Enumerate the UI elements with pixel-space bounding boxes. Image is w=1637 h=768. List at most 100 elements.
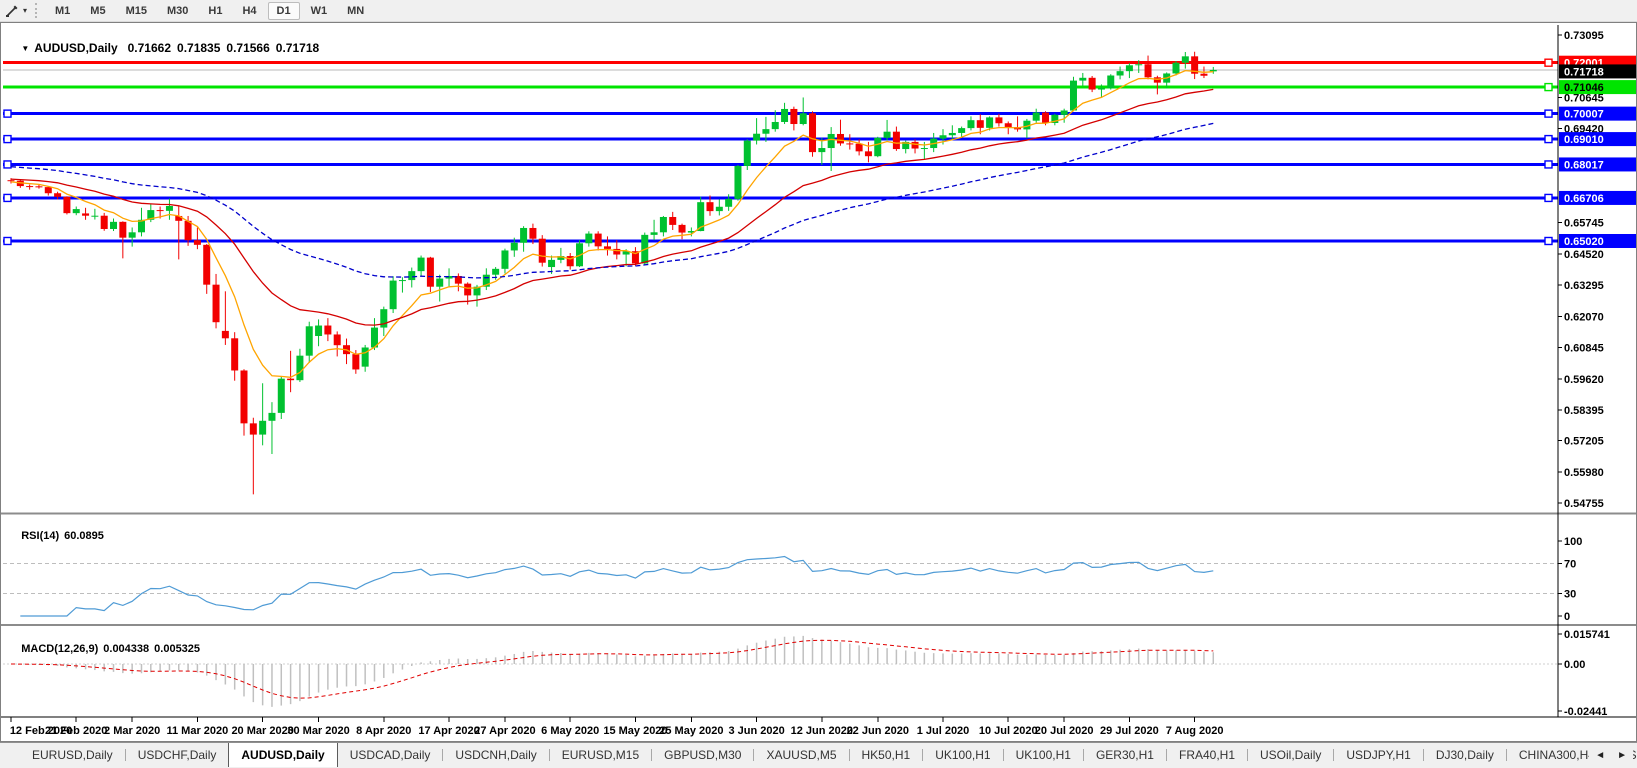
line-handle[interactable] [1545, 136, 1552, 143]
ma-55-line [11, 123, 1213, 278]
chart-tab-usdchf-daily[interactable]: USDCHF,Daily [126, 743, 229, 767]
date-tick-label: 17 Apr 2020 [418, 725, 479, 737]
price-tick-label: 0.65745 [1564, 217, 1604, 229]
macd-axis-label: -0.02441 [1564, 706, 1607, 718]
price-line-badge-text: 0.70007 [1564, 109, 1604, 121]
ohlc-low: 0.71566 [226, 41, 269, 55]
chart-window: 0.730950.706450.694200.657450.645200.632… [0, 22, 1637, 742]
macd-axis-label: 0.00 [1564, 659, 1585, 671]
price-line-badge-text: 0.71046 [1564, 82, 1604, 94]
date-tick-label: 25 May 2020 [659, 725, 723, 737]
date-tick-label: 20 Mar 2020 [231, 725, 293, 737]
date-tick-label: 7 Aug 2020 [1166, 725, 1224, 737]
date-tick-label: 1 Jul 2020 [917, 725, 970, 737]
line-study-icon-glyph [5, 4, 19, 18]
timeframe-buttons: M1M5M15M30H1H4D1W1MN [45, 2, 374, 20]
chart-tab-xauusd-m5[interactable]: XAUUSD,M5 [754, 743, 848, 767]
price-tick-label: 0.73095 [1564, 30, 1604, 42]
line-handle[interactable] [4, 136, 11, 143]
chart-tab-eurusd-daily[interactable]: EURUSD,Daily [20, 743, 125, 767]
price-tick-label: 0.54755 [1564, 498, 1604, 510]
line-handle[interactable] [4, 237, 11, 244]
candlestick-series [8, 52, 1217, 495]
chart-tab-usdjpy-h1[interactable]: USDJPY,H1 [1334, 743, 1422, 767]
rsi-indicator-label: RSI(14) 60.0895 [9, 517, 109, 556]
price-tick-label: 0.55980 [1564, 467, 1604, 479]
date-tick-label: 20 Jul 2020 [1035, 725, 1094, 737]
ohlc-high: 0.71835 [177, 41, 220, 55]
chart-tab-uk100-h1[interactable]: UK100,H1 [923, 743, 1002, 767]
timeframe-button-mn[interactable]: MN [338, 2, 373, 20]
line-handle[interactable] [1545, 59, 1552, 66]
chart-tab-hk50-h1[interactable]: HK50,H1 [850, 743, 923, 767]
rsi-line [20, 557, 1213, 617]
chart-tab-bar: EURUSD,DailyUSDCHF,DailyAUDUSD,DailyUSDC… [0, 742, 1637, 767]
price-tick-label: 0.63295 [1564, 280, 1604, 292]
rsi-axis-label: 30 [1564, 589, 1576, 601]
chart-tab-usdcad-daily[interactable]: USDCAD,Daily [338, 743, 443, 767]
macd-axis-label: 0.015741 [1564, 629, 1610, 641]
chart-tab-usoil-daily[interactable]: USOil,Daily [1248, 743, 1333, 767]
date-tick-label: 6 May 2020 [541, 725, 599, 737]
chart-tab-eurusd-m15[interactable]: EURUSD,M15 [550, 743, 651, 767]
chart-tab-audusd-daily[interactable]: AUDUSD,Daily [228, 743, 337, 767]
ohlc-open: 0.71662 [128, 41, 171, 55]
line-handle[interactable] [1545, 84, 1552, 91]
line-handle[interactable] [4, 161, 11, 168]
date-tick-label: 21 Feb 2020 [45, 725, 107, 737]
rsi-axis-label: 0 [1564, 611, 1570, 623]
rsi-value: 60.0895 [64, 530, 104, 542]
chart-tab-uk100-h1[interactable]: UK100,H1 [1004, 743, 1083, 767]
line-handle[interactable] [1545, 237, 1552, 244]
date-tick-label: 2 Mar 2020 [104, 725, 160, 737]
line-handle[interactable] [4, 110, 11, 117]
ohlc-close: 0.71718 [276, 41, 319, 55]
timeframe-toolbar: ▾ M1M5M15M30H1H4D1W1MN [0, 0, 1637, 22]
price-tick-label: 0.60845 [1564, 343, 1604, 355]
timeframe-button-m5[interactable]: M5 [81, 2, 114, 20]
price-line-badge-text: 0.65020 [1564, 236, 1604, 248]
tab-scroll-left-icon[interactable]: ◄ [1595, 750, 1605, 761]
price-line-badge-text: 0.66706 [1564, 193, 1604, 205]
tab-scroll-right-icon[interactable]: ► [1617, 750, 1627, 761]
collapse-triangle-icon[interactable]: ▼ [21, 44, 29, 53]
date-tick-label: 8 Apr 2020 [356, 725, 411, 737]
price-line-badge-text: 0.69010 [1564, 134, 1604, 146]
chart-tab-gbpusd-m30[interactable]: GBPUSD,M30 [652, 743, 753, 767]
price-tick-label: 0.59620 [1564, 374, 1604, 386]
timeframe-button-d1[interactable]: D1 [268, 2, 300, 20]
date-tick-label: 11 Mar 2020 [167, 725, 229, 737]
chart-tabs: EURUSD,DailyUSDCHF,DailyAUDUSD,DailyUSDC… [0, 743, 1637, 767]
toolbar-grip[interactable] [35, 3, 37, 18]
timeframe-button-m15[interactable]: M15 [117, 2, 156, 20]
price-tick-label: 0.62070 [1564, 311, 1604, 323]
line-handle[interactable] [1545, 161, 1552, 168]
chart-tab-dj30-daily[interactable]: DJ30,Daily [1424, 743, 1506, 767]
rsi-axis-label: 100 [1564, 536, 1582, 548]
price-line-badge-text: 0.68017 [1564, 159, 1604, 171]
macd-indicator-label: MACD(12,26,9)0.0043380.005325 [9, 630, 205, 669]
macd-main-value: 0.004338 [103, 643, 149, 655]
macd-name: MACD(12,26,9) [21, 643, 98, 655]
rsi-axis-label: 70 [1564, 559, 1576, 571]
chart-title: ▼AUDUSD,Daily0.716620.718350.715660.7171… [8, 29, 325, 68]
chart-tab-ger30-h1[interactable]: GER30,H1 [1084, 743, 1166, 767]
timeframe-button-m30[interactable]: M30 [158, 2, 197, 20]
timeframe-button-m1[interactable]: M1 [46, 2, 79, 20]
line-handle[interactable] [4, 194, 11, 201]
timeframe-button-h4[interactable]: H4 [233, 2, 265, 20]
timeframe-button-h1[interactable]: H1 [199, 2, 231, 20]
line-handle[interactable] [1545, 194, 1552, 201]
chart-tab-fra40-h1[interactable]: FRA40,H1 [1167, 743, 1247, 767]
price-tick-label: 0.58395 [1564, 405, 1604, 417]
date-tick-label: 29 Jul 2020 [1100, 725, 1159, 737]
timeframe-button-w1[interactable]: W1 [302, 2, 337, 20]
rsi-name: RSI(14) [21, 530, 59, 542]
line-handle[interactable] [1545, 110, 1552, 117]
chevron-down-icon[interactable]: ▾ [23, 6, 27, 15]
date-tick-label: 30 Mar 2020 [287, 725, 349, 737]
line-study-icon[interactable] [5, 4, 19, 18]
date-tick-label: 12 Jun 2020 [791, 725, 853, 737]
current-price-badge-text: 0.71718 [1564, 66, 1604, 78]
chart-tab-usdcnh-daily[interactable]: USDCNH,Daily [443, 743, 548, 767]
